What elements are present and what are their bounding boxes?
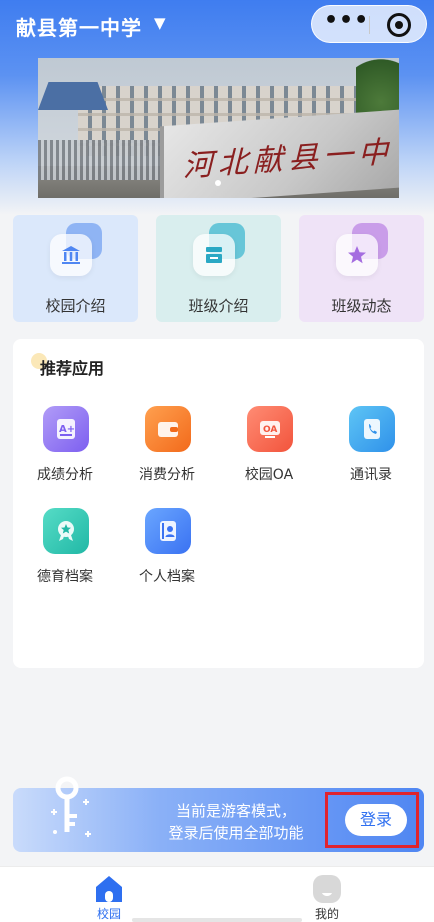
- chevron-down-icon[interactable]: ▼: [154, 14, 166, 32]
- home-icon: [93, 873, 125, 905]
- tab-campus[interactable]: 校园: [69, 867, 149, 922]
- person-icon: [311, 873, 343, 905]
- login-button[interactable]: 登录: [345, 804, 407, 836]
- tab-mine[interactable]: 我的: [287, 867, 367, 922]
- svg-text:A+: A+: [59, 424, 75, 435]
- bank-icon: [50, 234, 92, 276]
- phone-book-icon: [349, 406, 395, 452]
- home-indicator: [132, 918, 302, 922]
- app-label: 消费分析: [139, 467, 195, 483]
- app-label: 德育档案: [37, 569, 93, 585]
- grade-a-plus-icon: A+: [43, 406, 89, 452]
- key-icon: [45, 774, 115, 854]
- app-label: 校园OA: [244, 467, 294, 483]
- section-title: 推荐应用: [40, 359, 105, 378]
- tile-campus-intro[interactable]: 校园介绍: [13, 215, 138, 322]
- wallet-icon: [145, 406, 191, 452]
- medal-icon: [43, 508, 89, 554]
- page-title[interactable]: 献县第一中学: [16, 12, 142, 41]
- banner-gate: [38, 140, 168, 180]
- profile-card-icon: [145, 508, 191, 554]
- top-bar: 献县第一中学 ▼ •••: [0, 0, 434, 52]
- carousel-indicator-dot[interactable]: [215, 180, 221, 186]
- app-campus-oa[interactable]: OA 校园OA: [219, 406, 319, 486]
- app-label: 个人档案: [139, 569, 195, 585]
- star-icon: [336, 234, 378, 276]
- oa-icon: OA: [247, 406, 293, 452]
- app-label: 成绩分析: [37, 467, 93, 483]
- banner-carousel[interactable]: 河北献县一中: [38, 58, 399, 198]
- app-contacts[interactable]: 通讯录: [321, 406, 421, 486]
- guest-mode-line1: 当前是游客模式，: [175, 802, 296, 820]
- app-grade-analysis[interactable]: A+ 成绩分析: [15, 406, 115, 486]
- tile-class-news[interactable]: 班级动态: [299, 215, 424, 322]
- svg-text:OA: OA: [263, 425, 277, 435]
- bottom-tab-bar: 校园 我的: [0, 866, 434, 922]
- more-dots-icon[interactable]: •••: [324, 10, 368, 36]
- board-icon: [193, 234, 235, 276]
- app-spending-analysis[interactable]: 消费分析: [117, 406, 217, 486]
- tile-label: 班级介绍: [188, 297, 249, 315]
- app-screen: 献县第一中学 ▼ ••• 河北献县一中 校园介绍 班级介绍 班级动态 推荐应用 …: [0, 0, 434, 922]
- target-circle-icon[interactable]: [387, 13, 411, 37]
- capsule-divider: [369, 16, 370, 34]
- app-personal-record[interactable]: 个人档案: [117, 508, 217, 588]
- recommended-apps-card: 推荐应用 A+ 成绩分析 消费分析 OA 校园OA 通讯录 德育档案 个人档案: [13, 339, 424, 668]
- guest-mode-text: 当前是游客模式， 登录后使用全部功能: [141, 800, 331, 844]
- mini-program-capsule: •••: [311, 5, 427, 43]
- banner-roof: [38, 82, 108, 110]
- tile-label: 校园介绍: [45, 297, 106, 315]
- tile-label: 班级动态: [331, 297, 392, 315]
- guest-mode-line2: 登录后使用全部功能: [168, 824, 304, 842]
- tile-class-intro[interactable]: 班级介绍: [156, 215, 281, 322]
- app-moral-record[interactable]: 德育档案: [15, 508, 115, 588]
- app-label: 通讯录: [350, 467, 392, 483]
